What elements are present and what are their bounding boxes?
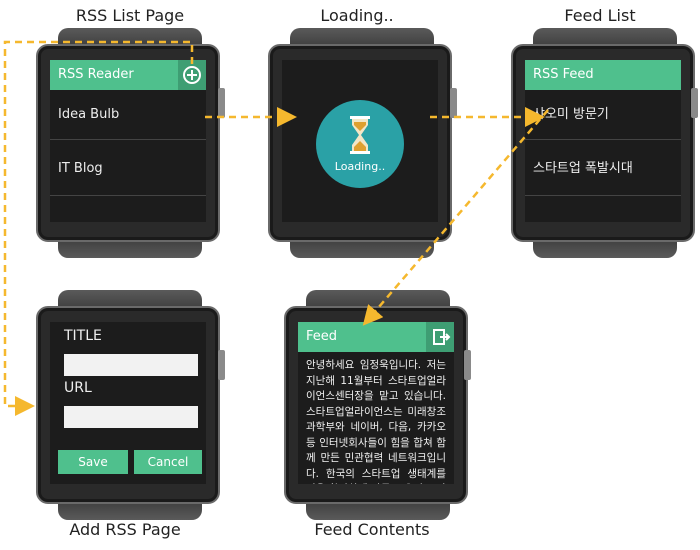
list-item[interactable]: IT Blog [50, 142, 206, 196]
list-item[interactable]: Idea Bulb [50, 90, 206, 140]
caption-add-rss-page: Add RSS Page [69, 520, 181, 539]
url-label: URL [64, 380, 92, 396]
caption-feed-list: Feed List [564, 6, 636, 25]
loading-circle: Loading.. [316, 100, 404, 188]
rss-list-title: RSS Reader [58, 67, 134, 82]
url-input[interactable] [64, 406, 198, 428]
exit-icon [433, 329, 451, 345]
feed-body-text: 안녕하세요 임정욱입니다. 저는 지난해 11월부터 스타트업얼라이언스센터장을… [306, 359, 446, 484]
cancel-button[interactable]: Cancel [134, 450, 202, 474]
feed-contents-screen: Feed 안녕하세요 임정욱입니다. 저는 지난해 11월부터 스타트업얼라이언… [298, 322, 454, 484]
plus-circle-icon [183, 66, 201, 84]
add-feed-button[interactable] [178, 60, 206, 90]
feed-contents-title: Feed [306, 329, 338, 344]
loading-screen: Loading.. [282, 60, 438, 222]
loading-label: Loading.. [334, 160, 386, 173]
title-input[interactable] [64, 354, 198, 376]
watch-rss-list: RSS Reader Idea Bulb IT Blog [30, 28, 230, 258]
watch-loading: Loading.. [262, 28, 462, 258]
exit-button[interactable] [426, 322, 454, 352]
caption-feed-contents: Feed Contents [314, 520, 430, 539]
add-rss-screen: TITLE URL Save Cancel [50, 322, 206, 484]
watch-add-rss: TITLE URL Save Cancel [30, 290, 230, 520]
caption-loading: Loading.. [320, 6, 394, 25]
save-button[interactable]: Save [58, 450, 128, 474]
rss-list-header: RSS Reader [50, 60, 206, 90]
list-item[interactable]: 스타트업 폭발시대 [525, 142, 681, 196]
feed-list-screen: RSS Feed 샤오미 방문기 스타트업 폭발시대 [525, 60, 681, 222]
feed-contents-header: Feed [298, 322, 454, 352]
title-label: TITLE [64, 328, 102, 344]
watch-feed-contents: Feed 안녕하세요 임정욱입니다. 저는 지난해 11월부터 스타트업얼라이언… [278, 290, 478, 520]
list-item[interactable]: 샤오미 방문기 [525, 90, 681, 140]
caption-rss-list-page: RSS List Page [75, 6, 185, 25]
rss-list-screen: RSS Reader Idea Bulb IT Blog [50, 60, 206, 222]
watch-feed-list: RSS Feed 샤오미 방문기 스타트업 폭발시대 [505, 28, 700, 258]
feed-list-header: RSS Feed [525, 60, 681, 90]
hourglass-icon [350, 116, 370, 154]
